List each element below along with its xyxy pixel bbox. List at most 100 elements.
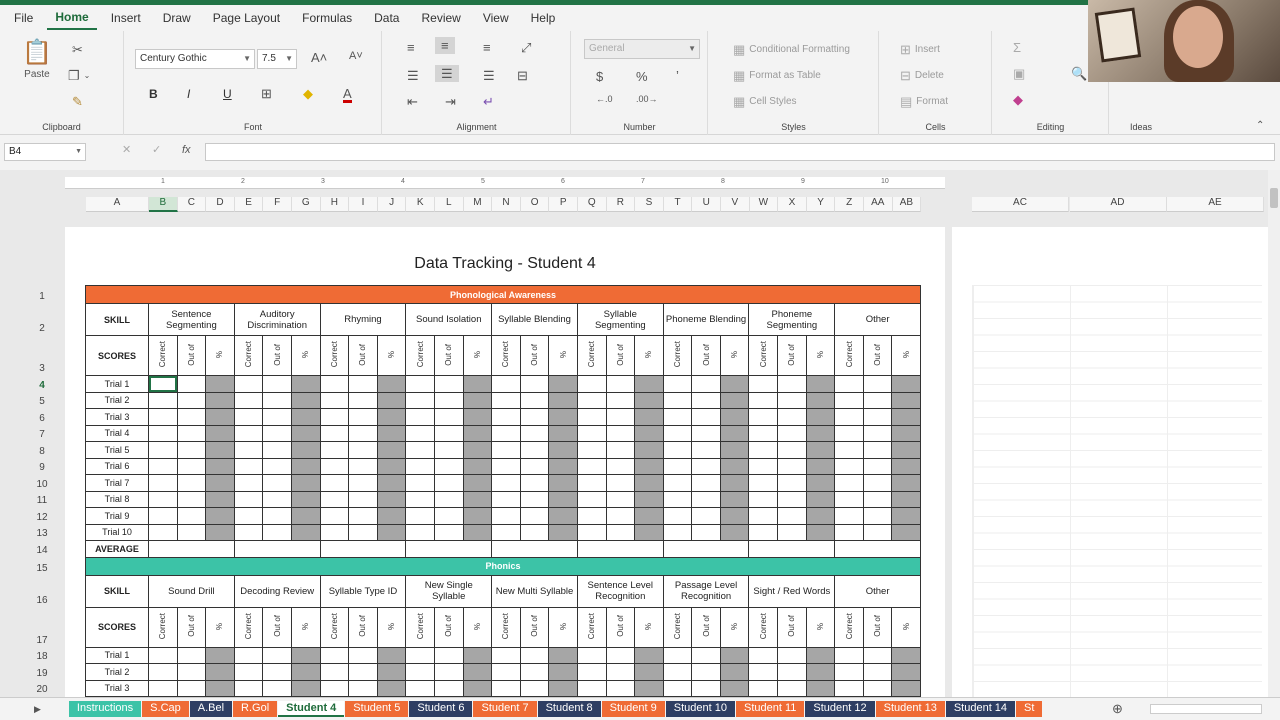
score-cell[interactable] bbox=[205, 474, 235, 492]
score-column-header[interactable]: Correct bbox=[233, 606, 264, 648]
column-header-J[interactable]: J bbox=[377, 197, 407, 212]
score-column-header[interactable]: Out of bbox=[777, 606, 807, 648]
score-column-header[interactable]: % bbox=[548, 335, 578, 376]
sheet-tab[interactable]: Student 5 bbox=[345, 701, 409, 717]
score-cell[interactable] bbox=[491, 679, 521, 697]
score-cell[interactable] bbox=[691, 441, 721, 459]
score-cell[interactable] bbox=[548, 424, 578, 442]
score-cell[interactable] bbox=[205, 391, 235, 409]
score-cell[interactable] bbox=[176, 441, 207, 459]
score-cell[interactable] bbox=[748, 375, 779, 393]
font-size-select[interactable]: 7.5 ▼ bbox=[257, 49, 297, 69]
score-cell[interactable] bbox=[891, 408, 922, 426]
score-cell[interactable] bbox=[148, 523, 178, 541]
score-column-header[interactable]: % bbox=[205, 335, 235, 376]
score-cell[interactable] bbox=[491, 474, 521, 492]
average-cell[interactable] bbox=[233, 540, 321, 558]
score-cell[interactable] bbox=[777, 408, 807, 426]
score-column-header[interactable]: Out of bbox=[433, 606, 464, 648]
sheet-tab[interactable]: St bbox=[1016, 701, 1043, 717]
score-cell[interactable] bbox=[548, 523, 578, 541]
score-cell[interactable] bbox=[405, 663, 435, 681]
score-cell[interactable] bbox=[319, 424, 350, 442]
score-cell[interactable] bbox=[691, 391, 721, 409]
column-header-N[interactable]: N bbox=[492, 197, 521, 212]
score-cell[interactable] bbox=[433, 523, 464, 541]
score-column-header[interactable]: Correct bbox=[662, 606, 693, 648]
score-cell[interactable] bbox=[491, 391, 521, 409]
scroll-thumb[interactable] bbox=[1270, 188, 1278, 208]
score-cell[interactable] bbox=[805, 663, 836, 681]
score-cell[interactable] bbox=[262, 457, 292, 475]
score-column-header[interactable]: Correct bbox=[576, 606, 607, 648]
score-cell[interactable] bbox=[719, 474, 750, 492]
score-column-header[interactable]: Correct bbox=[576, 335, 607, 376]
score-cell[interactable] bbox=[691, 490, 721, 508]
enter-icon[interactable]: ✓ bbox=[152, 145, 161, 156]
column-header-W[interactable]: W bbox=[749, 197, 779, 212]
score-cell[interactable] bbox=[777, 441, 807, 459]
column-header-AE[interactable]: AE bbox=[1167, 197, 1264, 212]
score-cell[interactable] bbox=[576, 507, 607, 525]
score-cell[interactable] bbox=[290, 523, 321, 541]
score-cell[interactable] bbox=[748, 679, 779, 697]
sheet-tab[interactable]: Student 6 bbox=[409, 701, 473, 717]
insert-cells-button[interactable]: ⊞ Insert bbox=[900, 43, 940, 56]
score-column-header[interactable]: Correct bbox=[319, 335, 350, 376]
score-cell[interactable] bbox=[348, 424, 378, 442]
column-header-C[interactable]: C bbox=[177, 197, 207, 212]
score-cell[interactable] bbox=[376, 441, 407, 459]
name-box[interactable]: B4 ▼ bbox=[4, 143, 86, 161]
autosum-button[interactable]: Σ bbox=[1013, 41, 1021, 54]
score-cell[interactable] bbox=[376, 663, 407, 681]
column-header-O[interactable]: O bbox=[520, 197, 550, 212]
score-cell[interactable] bbox=[662, 663, 693, 681]
score-cell[interactable] bbox=[176, 408, 207, 426]
skill-name[interactable]: Syllable Segmenting bbox=[576, 303, 664, 336]
score-column-header[interactable]: Correct bbox=[491, 606, 521, 648]
row-header-6[interactable]: 6 bbox=[24, 413, 60, 424]
score-cell[interactable] bbox=[148, 507, 178, 525]
score-cell[interactable] bbox=[233, 391, 264, 409]
column-header-M[interactable]: M bbox=[463, 197, 493, 212]
score-cell[interactable] bbox=[777, 507, 807, 525]
average-cell[interactable] bbox=[148, 540, 235, 558]
score-cell[interactable] bbox=[433, 474, 464, 492]
score-cell[interactable] bbox=[290, 490, 321, 508]
score-cell[interactable] bbox=[805, 408, 836, 426]
decrease-indent-button[interactable]: ⇤ bbox=[407, 95, 418, 108]
score-cell[interactable] bbox=[605, 663, 636, 681]
cancel-icon[interactable]: ✕ bbox=[122, 145, 131, 156]
score-cell[interactable] bbox=[176, 507, 207, 525]
score-cell[interactable] bbox=[262, 441, 292, 459]
score-cell[interactable] bbox=[348, 391, 378, 409]
score-cell[interactable] bbox=[233, 408, 264, 426]
score-cell[interactable] bbox=[319, 457, 350, 475]
row-header-8[interactable]: 8 bbox=[24, 446, 60, 457]
row-header-19[interactable]: 19 bbox=[24, 668, 60, 679]
score-cell[interactable] bbox=[319, 441, 350, 459]
score-cell[interactable] bbox=[262, 646, 292, 664]
score-cell[interactable] bbox=[462, 679, 493, 697]
score-cell[interactable] bbox=[576, 474, 607, 492]
score-column-header[interactable]: % bbox=[805, 335, 836, 376]
score-cell[interactable] bbox=[405, 457, 435, 475]
score-column-header[interactable]: Correct bbox=[148, 606, 178, 648]
score-cell[interactable] bbox=[233, 679, 264, 697]
score-cell[interactable] bbox=[290, 375, 321, 393]
score-cell[interactable] bbox=[491, 408, 521, 426]
score-cell[interactable] bbox=[319, 490, 350, 508]
score-cell[interactable] bbox=[319, 679, 350, 697]
score-column-header[interactable]: Out of bbox=[777, 335, 807, 376]
column-header-H[interactable]: H bbox=[320, 197, 350, 212]
score-cell[interactable] bbox=[205, 408, 235, 426]
score-column-header[interactable]: % bbox=[719, 335, 750, 376]
score-cell[interactable] bbox=[777, 375, 807, 393]
score-cell[interactable] bbox=[205, 441, 235, 459]
score-cell[interactable] bbox=[290, 424, 321, 442]
score-cell[interactable] bbox=[148, 646, 178, 664]
horizontal-scrollbar[interactable] bbox=[1150, 704, 1262, 714]
score-column-header[interactable]: Out of bbox=[348, 606, 378, 648]
score-cell[interactable] bbox=[376, 457, 407, 475]
score-cell[interactable] bbox=[233, 375, 264, 393]
